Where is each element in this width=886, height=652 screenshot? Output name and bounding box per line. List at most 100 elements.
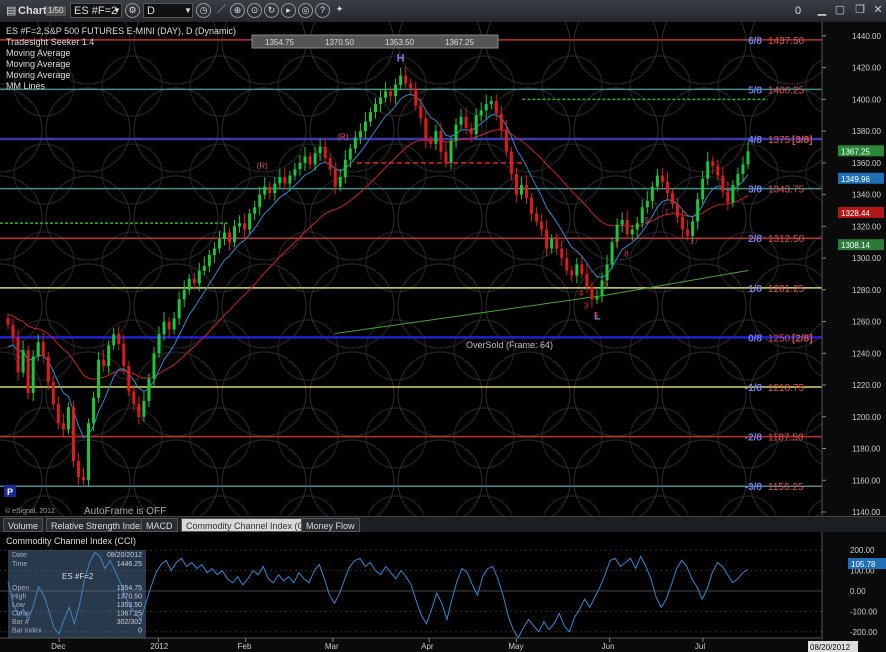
candle-body [157, 334, 161, 354]
candle-body [630, 229, 634, 235]
link-badge[interactable]: 1/50 [46, 6, 66, 16]
seeker-count: 6 [604, 279, 609, 288]
time-tick-label: Feb [238, 642, 252, 651]
candle-body [102, 359, 106, 366]
candle-body [303, 156, 307, 163]
candle-body [404, 75, 408, 84]
sync-icon[interactable]: ⊕ [230, 3, 245, 18]
minimize-icon[interactable]: ▁ [814, 3, 830, 18]
restore-icon[interactable]: ❐ [852, 3, 868, 18]
candle-body [706, 161, 710, 179]
candle-body [36, 342, 40, 357]
candle-body [177, 299, 181, 319]
candle-body [484, 104, 488, 111]
symbol-dropdown-icon[interactable]: ▼ [113, 3, 121, 19]
candle-body [530, 197, 534, 214]
candle-body [358, 131, 362, 138]
candle-body [293, 169, 297, 176]
candle-body [665, 181, 669, 193]
candle-body [268, 186, 272, 193]
candle-body [681, 216, 685, 230]
price-tick-label: 1220.00 [852, 381, 881, 390]
candle-body [499, 113, 503, 130]
pin-icon[interactable]: ✦ [332, 3, 347, 18]
mm-value-label: 1281.25 [768, 284, 805, 295]
study-label: MM Lines [6, 81, 46, 91]
cci-title: Commodity Channel Index (CCI) [6, 536, 136, 546]
candle-body [167, 321, 171, 330]
mm-level-label: 3/8 [748, 185, 762, 196]
candle-body [620, 219, 624, 225]
gear-icon[interactable]: ⚙ [125, 3, 140, 18]
candle-body [494, 100, 498, 114]
candle-body [741, 164, 745, 174]
candle-body [373, 104, 377, 113]
seeker-count: 8 [624, 249, 629, 258]
chart-header: ES #F=2,S&P 500 FUTURES E-MINI (DAY), D … [6, 26, 236, 36]
mm-value-label: 1156.25 [768, 482, 804, 493]
tab-volume[interactable]: Volume [3, 518, 44, 532]
time-axis: Dec 2012 Feb Mar Apr May Jun Jul [0, 637, 822, 652]
candle-body [363, 121, 367, 132]
price-chart[interactable]: 6/8 1437.505/8 1406.254/8 1375 [3/8]3/8 1343.… [0, 22, 886, 516]
price-tick-label: 1140.00 [852, 508, 881, 516]
candle-body [97, 359, 101, 398]
close-icon[interactable]: ✕ [870, 3, 886, 18]
candle-body [414, 88, 418, 106]
cursor-panel-value: 0 [138, 628, 142, 635]
tab-money-flow[interactable]: Money Flow [301, 518, 360, 532]
mm-value-label: 1343.75 [768, 185, 805, 196]
cursor-panel-value: 1446.25 [117, 561, 142, 568]
cci-axis: 200.00100.000.00-100.00-200.00 [821, 532, 886, 652]
candle-body [394, 85, 398, 97]
clock-icon[interactable]: ◷ [196, 3, 211, 18]
time-tick-label: Dec [51, 642, 65, 651]
cci-chart[interactable]: Commodity Channel Index (CCI) 200.00100.… [0, 532, 886, 652]
mm-level-label: -2/8 [745, 433, 763, 444]
candle-body [560, 248, 564, 259]
candle-body [112, 334, 116, 346]
mm-value-label: 1406.25 [768, 85, 805, 96]
ohlc-open: 1354.75 [265, 38, 294, 47]
candle-body [605, 264, 609, 281]
play-icon[interactable]: ▸ [281, 3, 296, 18]
time-tick-label: Jul [695, 642, 705, 651]
seeker-count: 5 [594, 311, 599, 320]
cci-current-value: 105.78 [851, 560, 876, 569]
zoom-icon[interactable]: ⊙ [247, 3, 262, 18]
mm-level-label: -1/8 [745, 383, 763, 394]
candle-body [670, 192, 674, 205]
help-icon[interactable]: ? [315, 3, 330, 18]
mm-level-label: 2/8 [748, 234, 762, 245]
candle-body [318, 146, 322, 154]
candle-body [731, 185, 735, 203]
time-tick-label: May [508, 642, 523, 651]
candle-body [308, 156, 312, 165]
price-axis[interactable]: 1140.00 1160.00 1180.00 1200.00 1220.00 1240.… [821, 22, 886, 516]
study-tabs: Volume Relative Strength Index MACD Comm… [0, 516, 886, 533]
candle-body [444, 151, 448, 163]
candle-body [389, 91, 393, 97]
refresh-icon[interactable]: ↻ [264, 3, 279, 18]
candle-body [172, 318, 176, 330]
tab-macd[interactable]: MACD [141, 518, 178, 532]
candle-body [514, 173, 518, 195]
draw-line-icon[interactable]: ／ [214, 3, 229, 18]
candle-body [227, 232, 231, 243]
candle-body [595, 296, 599, 300]
candle-body [212, 248, 216, 255]
seeker-count: 1 [664, 208, 669, 217]
candle-body [258, 194, 262, 208]
candle-body [585, 273, 589, 287]
candle-body [202, 266, 206, 271]
chart-icon: ▤ [6, 5, 17, 17]
price-tag-label: 1308.14 [841, 241, 870, 250]
tab-rsi[interactable]: Relative Strength Index [46, 518, 150, 532]
cursor-panel-field: Date [12, 552, 27, 559]
maximize-icon[interactable]: ▢ [832, 3, 848, 18]
interval-dropdown-icon[interactable]: ▼ [184, 3, 192, 19]
target-icon[interactable]: ◎ [298, 3, 313, 18]
cursor-panel-field: Bar # [12, 619, 29, 626]
price-tag-label: 1328.44 [841, 209, 870, 218]
candle-body [56, 404, 60, 424]
